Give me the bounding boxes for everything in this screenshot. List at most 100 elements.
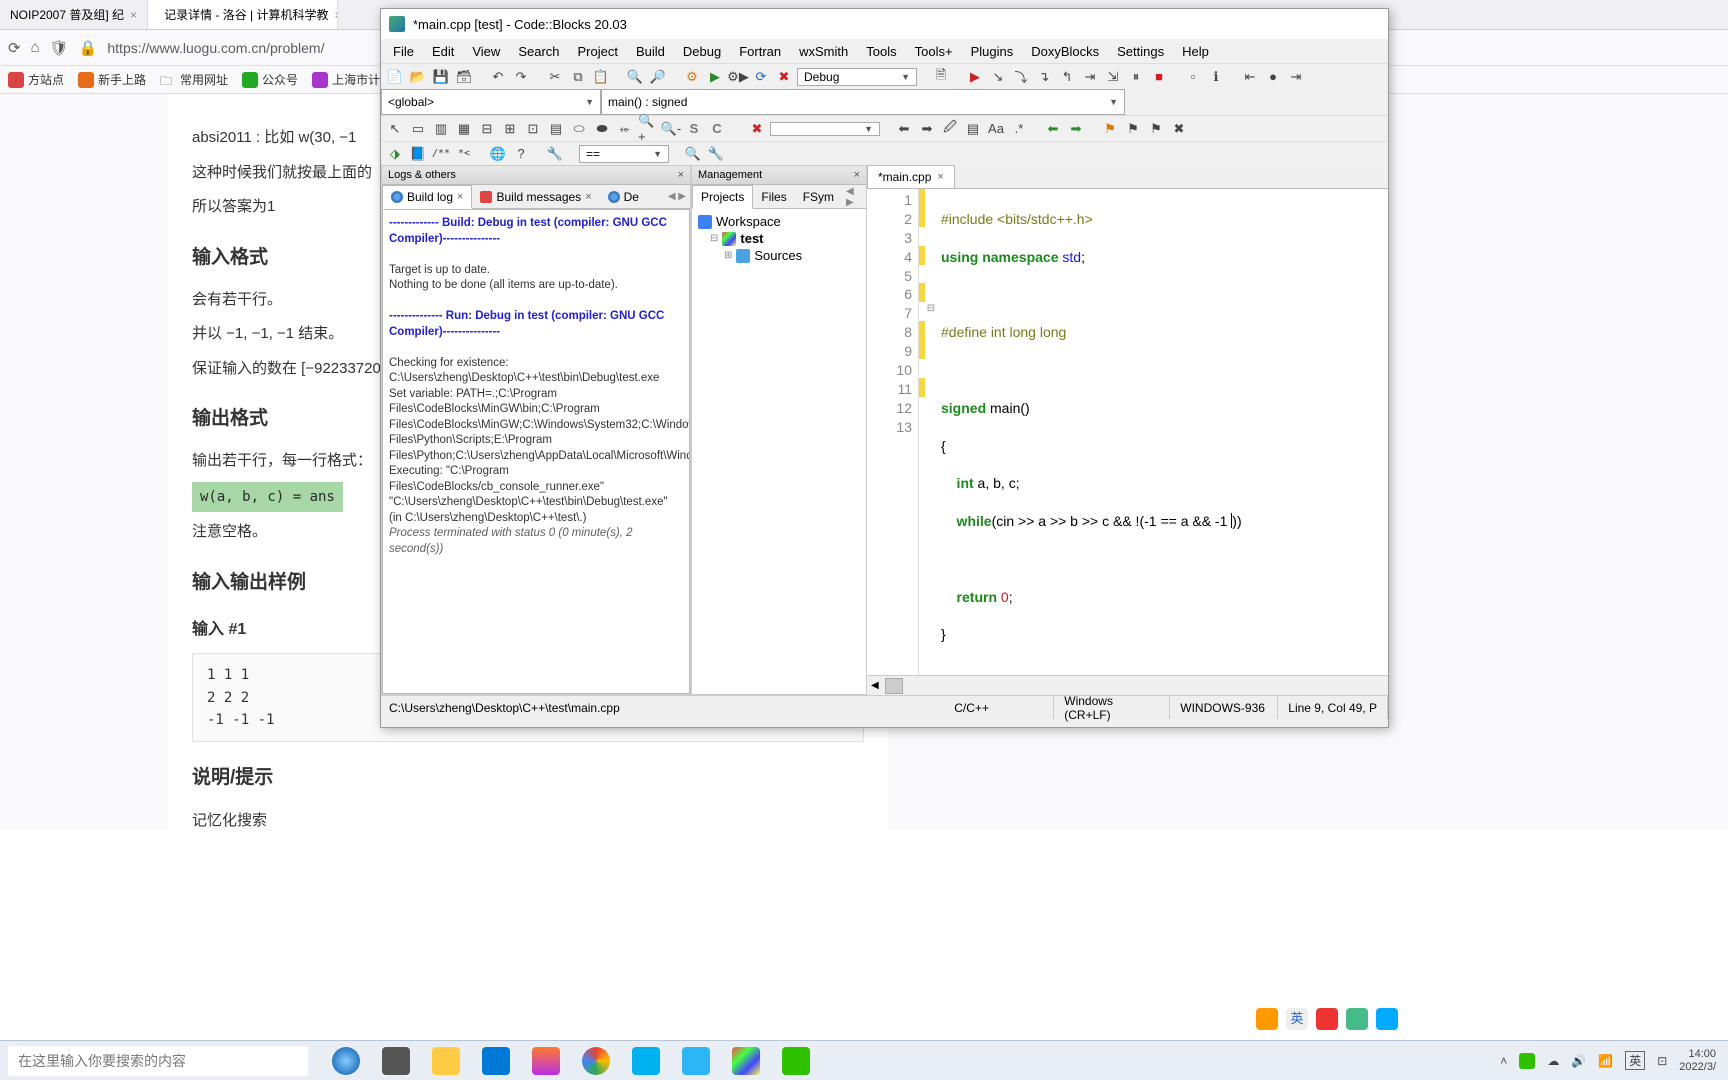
menu-file[interactable]: File xyxy=(385,41,422,62)
next-flag-icon[interactable]: ⚑ xyxy=(1146,119,1166,139)
break-block-icon[interactable]: ⊟ xyxy=(477,119,497,139)
wechat-icon[interactable] xyxy=(782,1047,810,1075)
save-all-icon[interactable]: 🗃 xyxy=(454,67,474,87)
info-icon[interactable]: ℹ xyxy=(1206,67,1226,87)
debug-info-icon[interactable]: 🗎 xyxy=(931,67,951,87)
wifi-icon[interactable]: 📶 xyxy=(1598,1054,1613,1068)
scroll-left-icon[interactable]: ◀ xyxy=(867,680,883,691)
match-case-icon[interactable]: Aa xyxy=(986,119,1006,139)
zoom-out-icon[interactable]: 🔍- xyxy=(661,119,681,139)
tree-project[interactable]: ⊟test xyxy=(698,230,860,247)
step-into-icon[interactable]: ↴ xyxy=(1034,67,1054,87)
tree-sources[interactable]: ⊞Sources xyxy=(698,247,860,264)
ime-mode-icon[interactable]: ⊡ xyxy=(1657,1054,1667,1068)
jump-back-icon[interactable]: ⇤ xyxy=(1240,67,1260,87)
build-log-tab[interactable]: Build log× xyxy=(382,185,472,209)
project-tree[interactable]: Workspace ⊟test ⊞Sources xyxy=(692,209,866,694)
prev-flag-icon[interactable]: ⚑ xyxy=(1123,119,1143,139)
browser-tab-1[interactable]: NOIP2007 普及组] 纪 × xyxy=(0,0,148,29)
titlebar[interactable]: *main.cpp [test] - Code::Blocks 20.03 xyxy=(381,9,1388,39)
menu-plugins[interactable]: Plugins xyxy=(963,41,1022,62)
replace-icon[interactable]: 🔎 xyxy=(648,67,668,87)
block-icon[interactable]: ▦ xyxy=(454,119,474,139)
highlight-icon[interactable]: 🖉 xyxy=(940,119,960,139)
ime-indicator[interactable]: 英 xyxy=(1286,1008,1308,1030)
build-icon[interactable]: ⚙ xyxy=(682,67,702,87)
abort-icon[interactable]: ✖ xyxy=(774,67,794,87)
for-icon[interactable]: ▤ xyxy=(546,119,566,139)
compare-select[interactable]: ==▼ xyxy=(579,145,669,163)
close-icon[interactable]: × xyxy=(335,8,339,22)
app-icon[interactable] xyxy=(1256,1008,1278,1030)
settings-icon[interactable]: 🔧 xyxy=(545,144,565,164)
close-icon[interactable]: × xyxy=(585,191,591,203)
close-icon[interactable]: × xyxy=(937,171,943,183)
codeblocks-icon[interactable] xyxy=(732,1047,760,1075)
menu-settings[interactable]: Settings xyxy=(1109,41,1172,62)
open-icon[interactable]: 📂 xyxy=(408,67,428,87)
new-file-icon[interactable]: 📄 xyxy=(385,67,405,87)
menu-debug[interactable]: Debug xyxy=(675,41,729,62)
prev-icon[interactable]: ⬅ xyxy=(894,119,914,139)
options-icon[interactable]: 🔧 xyxy=(706,144,726,164)
build-target-select[interactable]: Debug▼ xyxy=(797,68,917,86)
ime-icon[interactable]: 英 xyxy=(1625,1051,1645,1070)
return-icon[interactable]: ⊡ xyxy=(523,119,543,139)
scope-global-select[interactable]: <global>▼ xyxy=(381,89,601,115)
expand-icon[interactable]: ⊟ xyxy=(710,233,718,244)
reload-icon[interactable]: ⟳ xyxy=(8,39,21,57)
build-run-icon[interactable]: ⚙▶ xyxy=(728,67,748,87)
select-icon[interactable]: ↖ xyxy=(385,119,405,139)
rebuild-icon[interactable]: ⟳ xyxy=(751,67,771,87)
source-text[interactable]: #include <bits/stdc++.h> using namespace… xyxy=(937,189,1246,675)
doxy-icon[interactable]: ⬗ xyxy=(385,144,405,164)
bookmark-item[interactable]: 公众号 xyxy=(242,71,298,88)
shield-icon[interactable]: 🛡 xyxy=(50,39,69,57)
help-icon[interactable]: ? xyxy=(511,144,531,164)
firefox-icon[interactable] xyxy=(532,1047,560,1075)
home-icon[interactable]: ⌂ xyxy=(31,39,40,56)
break-icon[interactable]: ⏸ xyxy=(1126,67,1146,87)
taskbar-clock[interactable]: 14:00 2022/3/ xyxy=(1679,1048,1716,1073)
while-icon[interactable]: ⬭ xyxy=(569,119,589,139)
cloud-icon[interactable] xyxy=(682,1047,710,1075)
scope-function-select[interactable]: main() : signed▼ xyxy=(601,89,1125,115)
tab-nav[interactable]: ◀ ▶ xyxy=(842,186,866,208)
step-out-icon[interactable]: ↰ xyxy=(1057,67,1077,87)
selected-text-icon[interactable]: ▤ xyxy=(963,119,983,139)
expand-icon[interactable]: ⊞ xyxy=(724,250,732,261)
menu-fortran[interactable]: Fortran xyxy=(731,41,789,62)
abort-icon[interactable]: ✖ xyxy=(747,119,767,139)
debug-windows-icon[interactable]: ▫ xyxy=(1183,67,1203,87)
tab-nav[interactable]: ◀ ▶ xyxy=(664,191,690,202)
next-instr-icon[interactable]: ⇥ xyxy=(1080,67,1100,87)
close-icon[interactable]: × xyxy=(457,191,463,203)
source-icon[interactable]: S xyxy=(684,119,704,139)
tree-workspace[interactable]: Workspace xyxy=(698,213,860,230)
close-icon[interactable]: × xyxy=(130,8,137,22)
last-jump-icon[interactable]: ● xyxy=(1263,67,1283,87)
music-icon[interactable] xyxy=(632,1047,660,1075)
menu-search[interactable]: Search xyxy=(510,41,567,62)
taskview-icon[interactable] xyxy=(382,1047,410,1075)
next-bookmark-icon[interactable]: ➡ xyxy=(1066,119,1086,139)
fold-gutter[interactable]: ⊟ xyxy=(925,189,937,675)
zoom-in-icon[interactable]: 🔍+ xyxy=(638,119,658,139)
chrome-icon[interactable] xyxy=(582,1047,610,1075)
switch-icon[interactable]: ⬰ xyxy=(615,119,635,139)
search-input[interactable]: ▼ xyxy=(770,122,880,136)
menu-build[interactable]: Build xyxy=(628,41,673,62)
code-editor[interactable]: 12345678910111213 ⊟ #include <bits/stdc+… xyxy=(867,189,1388,675)
menu-help[interactable]: Help xyxy=(1174,41,1217,62)
menu-edit[interactable]: Edit xyxy=(424,41,462,62)
projects-tab[interactable]: Projects xyxy=(692,185,753,209)
build-log-body[interactable]: ------------- Build: Debug in test (comp… xyxy=(382,209,690,694)
prev-bookmark-icon[interactable]: ⬅ xyxy=(1043,119,1063,139)
taskbar-search[interactable]: 在这里输入你要搜索的内容 xyxy=(8,1046,308,1076)
menu-wxsmith[interactable]: wxSmith xyxy=(791,41,856,62)
bookmark-item[interactable]: 新手上路 xyxy=(78,71,146,88)
next-icon[interactable]: ➡ xyxy=(917,119,937,139)
doc-icon[interactable]: 📘 xyxy=(408,144,428,164)
chart-icon[interactable]: C xyxy=(707,119,727,139)
jump-fwd-icon[interactable]: ⇥ xyxy=(1286,67,1306,87)
